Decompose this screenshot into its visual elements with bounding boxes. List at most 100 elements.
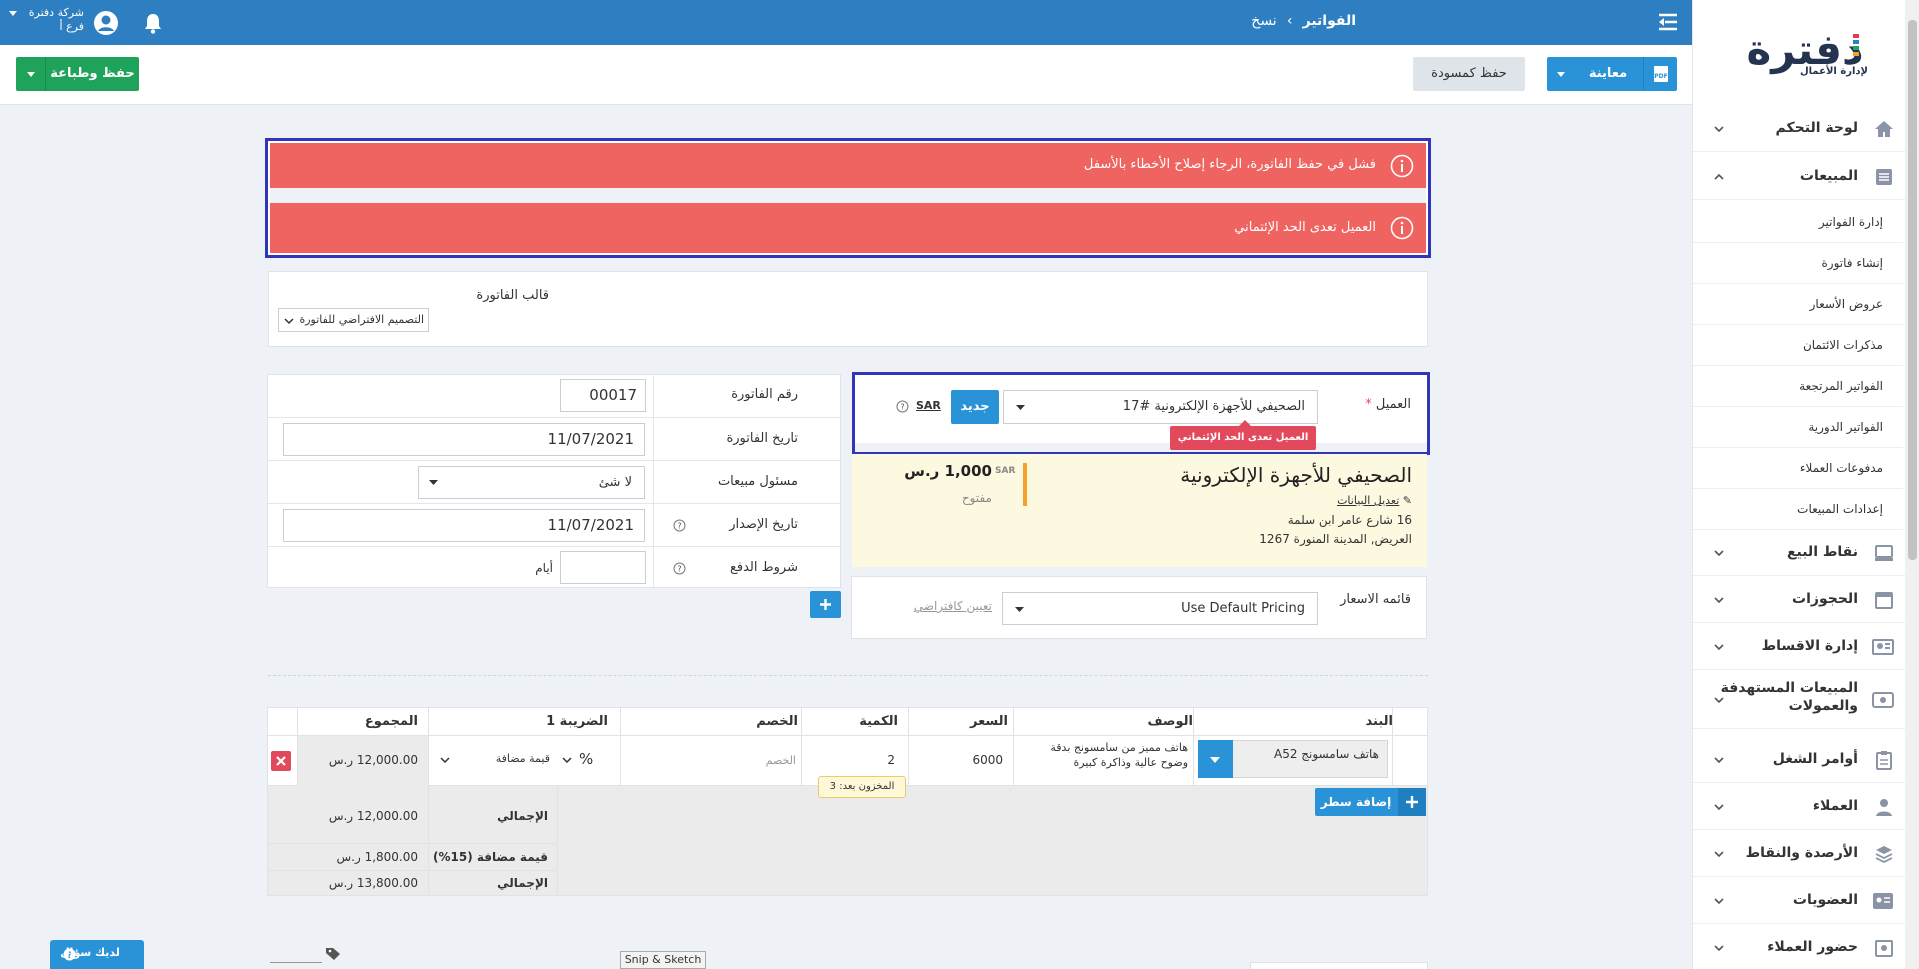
stock-tooltip: المخزون بعد: 3 xyxy=(818,776,906,798)
help-question-button[interactable]: ? لديك سؤال xyxy=(50,940,144,969)
add-row-label: إضافة سطر xyxy=(1320,795,1392,809)
sidebar-item-dashboard[interactable]: لوحة التحكم xyxy=(1693,106,1919,152)
sidebar-sub-sales-settings[interactable]: إعدادات المبيعات xyxy=(1693,489,1903,530)
help-icon[interactable]: ? xyxy=(673,519,686,532)
grand-total-label: الإجمالي xyxy=(497,876,548,890)
sales-rep-value: لا شئ xyxy=(598,475,632,490)
alert-save-failed-text: فشل في حفظ الفاتورة، الرجاء إصلاح الأخطا… xyxy=(1083,157,1376,172)
sidebar-toggle-icon[interactable] xyxy=(1655,10,1681,34)
sidebar-item-installments[interactable]: إدارة الاقساط xyxy=(1693,624,1919,670)
pdf-icon[interactable]: PDF xyxy=(1643,57,1677,91)
vat-label: قيمة مضافة (15%) xyxy=(432,850,548,864)
edit-client-text: تعديل البيانات xyxy=(1337,494,1400,507)
subtotal-row: الإجمالي 12,000.00 ر.س xyxy=(268,787,558,844)
svg-text:PDF: PDF xyxy=(1654,73,1667,80)
client-address-line2: العريض, المدينة المنورة 1267 xyxy=(1259,532,1412,546)
plus-icon xyxy=(1398,788,1426,816)
info-icon xyxy=(1390,216,1414,240)
sales-rep-row: مسئول مبيعات لا شئ xyxy=(268,461,842,504)
sidebar-item-clients[interactable]: العملاء xyxy=(1693,784,1919,830)
sidebar-item-bookings[interactable]: الحجوزات xyxy=(1693,577,1919,623)
edit-client-link[interactable]: ✎ تعديل البيانات xyxy=(1212,494,1412,507)
pricing-select[interactable]: Use Default Pricing xyxy=(1002,592,1318,625)
sidebar-sub-credit-notes[interactable]: مذكرات الائتمان xyxy=(1693,325,1903,366)
add-row-button[interactable]: إضافة سطر xyxy=(1315,788,1426,816)
breadcrumb: الفواتير › نسخ xyxy=(1156,13,1356,33)
sidebar-item-label: الحجوزات xyxy=(1792,591,1858,607)
payment-terms-input[interactable] xyxy=(560,551,646,584)
sidebar-item-pos[interactable]: نقاط البيع xyxy=(1693,530,1919,576)
home-icon xyxy=(1874,119,1894,139)
sidebar-item-work-orders[interactable]: أوامر الشغل xyxy=(1693,737,1919,783)
template-label: قالب الفاتورة xyxy=(476,288,549,303)
preview-button[interactable]: معاينة PDF xyxy=(1547,57,1677,91)
layers-icon xyxy=(1874,844,1894,864)
currency-link[interactable]: SAR xyxy=(916,399,942,412)
sidebar-item-balances-points[interactable]: الأرصدة والنقاط xyxy=(1693,831,1919,877)
invoice-details-panel: رقم الفاتورة 00017 تاريخ الفاتورة 11/07/… xyxy=(267,374,842,589)
help-icon[interactable]: ? xyxy=(673,562,686,575)
sidebar-scrollbar[interactable] xyxy=(1905,0,1919,969)
sales-rep-select[interactable]: لا شئ xyxy=(418,466,645,499)
alert-gap xyxy=(270,188,1426,203)
client-select[interactable]: الصحيفي للأجهزة الإلكترونية #17 xyxy=(1003,390,1318,424)
preview-dropdown-toggle[interactable] xyxy=(1547,57,1575,91)
sidebar-item-sales-targets[interactable]: المبيعات المستهدفة والعمولات xyxy=(1693,671,1919,729)
add-field-button[interactable] xyxy=(810,591,841,618)
save-print-dropdown-toggle[interactable] xyxy=(16,57,46,91)
client-panel: العميل * الصحيفي للأجهزة الإلكترونية #17… xyxy=(852,372,1430,455)
vat-value: 1,800.00 ر.س xyxy=(336,850,418,864)
chevron-down-icon xyxy=(1713,694,1725,706)
invoice-number-input[interactable]: 00017 xyxy=(560,379,646,412)
sidebar-item-sales[interactable]: المبيعات xyxy=(1693,154,1919,200)
pencil-icon: ✎ xyxy=(1402,494,1412,507)
svg-text:?: ? xyxy=(677,565,681,574)
chevron-down-icon xyxy=(284,316,294,326)
save-draft-button[interactable]: حفظ كمسودة xyxy=(1413,57,1525,91)
svg-text:?: ? xyxy=(900,403,904,412)
payment-terms-label: شروط الدفع xyxy=(729,560,798,575)
issue-date-row: تاريخ الإصدار ? 11/07/2021 xyxy=(268,504,842,547)
sidebar-item-memberships[interactable]: العضويات xyxy=(1693,878,1919,924)
breadcrumb-current: نسخ xyxy=(1251,13,1277,29)
pricing-label: قائمه الاسعار xyxy=(1340,592,1411,607)
sidebar-scrollbar-thumb[interactable] xyxy=(1908,20,1917,560)
help-icon[interactable]: ? xyxy=(896,400,909,413)
sidebar-sub-recurring[interactable]: الفواتير الدورية xyxy=(1693,407,1903,448)
notifications-bell-icon[interactable] xyxy=(143,12,163,34)
company-switcher[interactable]: شركة دفترة فرع أ xyxy=(8,6,84,40)
chevron-down-icon xyxy=(1713,895,1725,907)
credit-limit-tooltip: العميل تعدى الحد الإئتماني xyxy=(1170,426,1316,450)
branch-name: فرع أ xyxy=(59,20,84,33)
tag-icon[interactable] xyxy=(325,946,341,960)
header-dividers xyxy=(268,708,1427,736)
pos-icon xyxy=(1874,543,1894,563)
issue-date-input[interactable]: 11/07/2021 xyxy=(283,509,645,542)
sidebar-sub-refunds[interactable]: الفواتير المرتجعة xyxy=(1693,366,1903,407)
sidebar-item-client-attendance[interactable]: حضور العملاء xyxy=(1693,925,1919,969)
info-icon xyxy=(1390,154,1414,178)
template-select[interactable]: التصميم الافتراضي للفاتورة xyxy=(278,308,429,332)
set-default-link[interactable]: تعيين كافتراضي xyxy=(907,599,992,613)
sidebar-item-label: العملاء xyxy=(1812,798,1858,814)
company-dropdown-icon[interactable] xyxy=(9,11,17,17)
tag-input-line[interactable] xyxy=(270,962,322,963)
sidebar-sub-manage-invoices[interactable]: إدارة الفواتير xyxy=(1693,202,1903,243)
logo-tagline: لإدارة الأعمال xyxy=(1800,66,1868,77)
breadcrumb-parent[interactable]: الفواتير xyxy=(1303,13,1356,29)
new-client-button[interactable]: جديد xyxy=(951,390,999,424)
sidebar-sub-create-invoice[interactable]: إنشاء فاتورة xyxy=(1693,243,1903,284)
chevron-down-icon xyxy=(1713,848,1725,860)
required-asterisk: * xyxy=(1365,397,1372,412)
caret-down-icon xyxy=(429,480,439,486)
preview-label: معاينة xyxy=(1588,66,1628,81)
sidebar-sub-quotes[interactable]: عروض الأسعار xyxy=(1693,284,1903,325)
user-avatar-icon[interactable] xyxy=(93,10,119,36)
invoice-number-label: رقم الفاتورة xyxy=(731,387,798,402)
totals-divider xyxy=(428,787,429,895)
top-bar: الفواتير › نسخ شركة دفترة فرع أ xyxy=(0,0,1692,45)
chevron-down-icon xyxy=(1713,594,1725,606)
sidebar-sub-client-payments[interactable]: مدفوعات العملاء xyxy=(1693,448,1903,489)
invoice-date-input[interactable]: 11/07/2021 xyxy=(283,423,645,456)
save-print-button[interactable]: حفظ وطباعة xyxy=(16,57,139,91)
